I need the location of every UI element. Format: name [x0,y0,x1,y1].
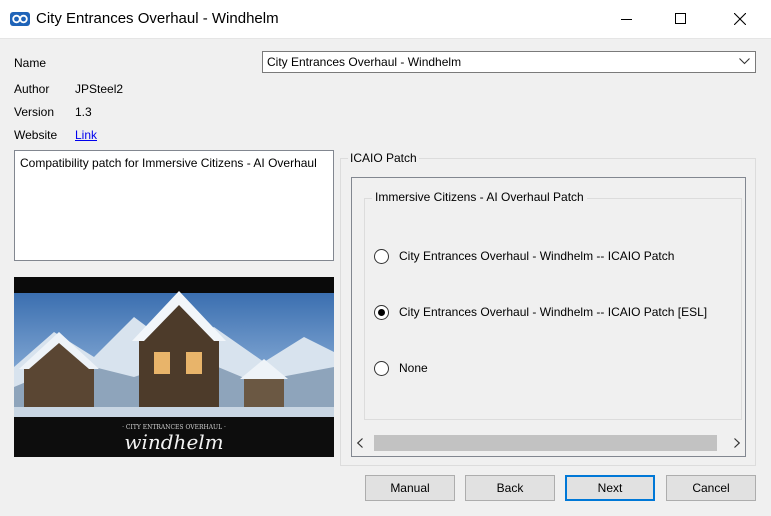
next-button[interactable]: Next [565,475,655,501]
icaio-patch-group-title: ICAIO Patch [348,151,419,165]
chevron-down-icon [739,58,750,65]
version-label: Version [14,105,55,119]
horizontal-scrollbar[interactable] [352,433,745,453]
radio-button-selected[interactable] [374,305,389,320]
author-label: Author [14,82,50,96]
window-title: City Entrances Overhaul - Windhelm [36,10,279,27]
radio-option-label: City Entrances Overhaul - Windhelm -- IC… [399,249,675,263]
radio-button[interactable] [374,249,389,264]
name-dropdown[interactable]: City Entrances Overhaul - Windhelm [262,51,756,73]
manual-button[interactable]: Manual [365,475,455,501]
preview-image: · CITY ENTRANCES OVERHAUL · windhelm [14,277,334,457]
radio-button[interactable] [374,361,389,376]
radio-option-label: None [399,361,428,375]
radio-option-label: City Entrances Overhaul - Windhelm -- IC… [399,305,708,319]
immersive-citizens-group-title: Immersive Citizens - AI Overhaul Patch [372,190,587,204]
description-box[interactable]: Compatibility patch for Immersive Citize… [14,150,334,261]
website-link[interactable]: Link [75,128,97,142]
cancel-button[interactable]: Cancel [666,475,756,501]
name-label: Name [14,56,47,70]
radio-selected-dot [378,309,385,316]
scrollbar-thumb[interactable] [374,435,717,451]
back-button[interactable]: Back [465,475,555,501]
maximize-icon [675,13,686,24]
scroll-right-icon[interactable] [734,438,740,448]
minimize-button[interactable] [604,0,650,38]
preview-caption-title: windhelm [124,430,223,454]
app-logo-icon [10,12,30,26]
close-icon [734,13,746,25]
scroll-left-icon[interactable] [357,438,363,448]
close-button[interactable] [717,0,763,38]
author-value: JPSteel2 [75,82,124,96]
name-dropdown-value: City Entrances Overhaul - Windhelm [267,55,462,69]
version-value: 1.3 [75,105,92,119]
minimize-icon [621,19,632,20]
title-bar: City Entrances Overhaul - Windhelm [0,0,771,39]
website-label: Website [14,128,58,142]
maximize-button[interactable] [658,0,704,38]
